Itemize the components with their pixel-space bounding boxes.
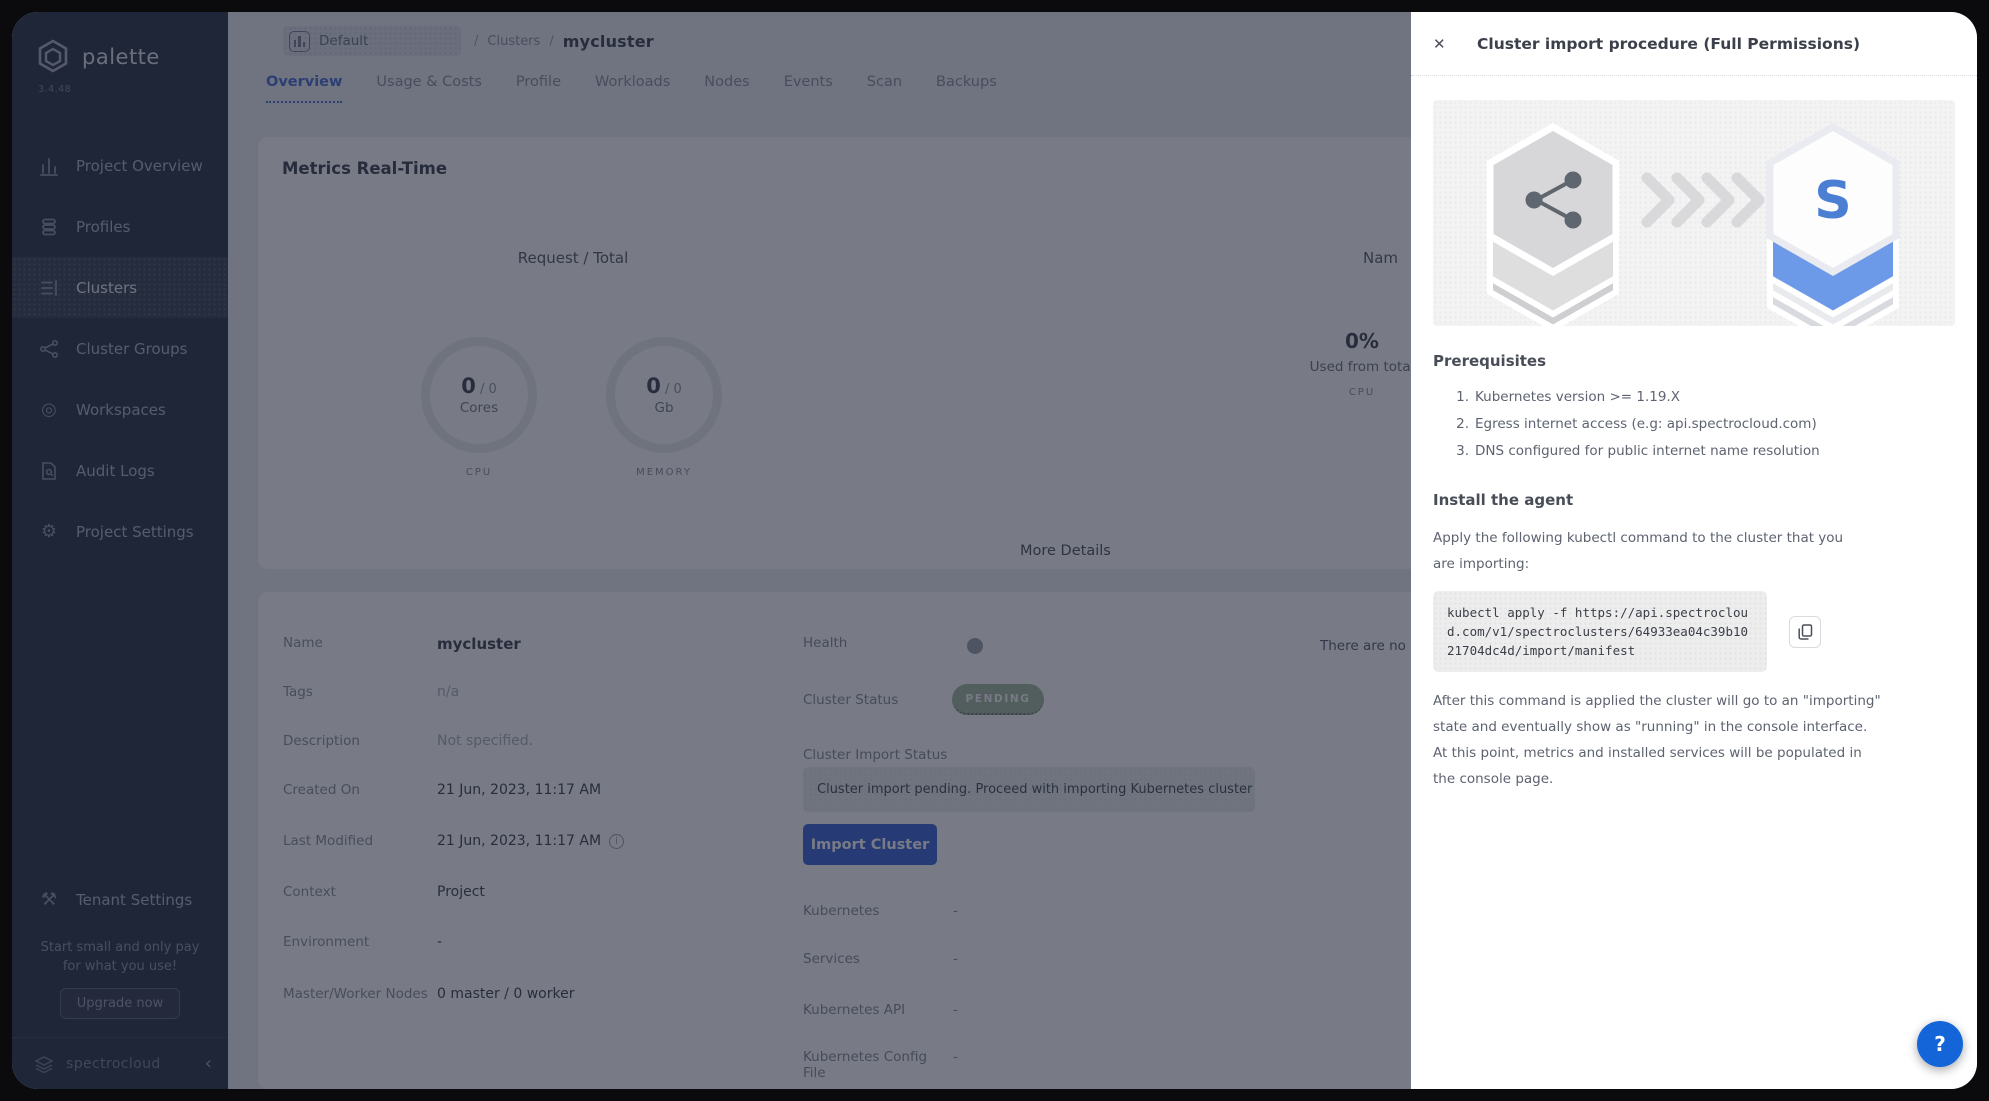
copy-icon — [1798, 624, 1813, 640]
kubectl-command-codeblock: kubectl apply -f https://api.spectroclou… — [1433, 591, 1767, 672]
prerequisite-item: 1. Kubernetes version >= 1.19.X — [1433, 384, 1955, 411]
panel-title: Cluster import procedure (Full Permissio… — [1477, 35, 1860, 53]
close-icon[interactable]: ✕ — [1433, 35, 1463, 53]
cluster-import-panel: ✕ Cluster import procedure (Full Permiss… — [1411, 12, 1977, 1089]
panel-body: S Prerequisites 1. Kubernetes version >=… — [1411, 100, 1977, 792]
copy-command-button[interactable] — [1789, 616, 1821, 648]
hexagon-illustration: S — [1433, 100, 1955, 326]
chevrons-right — [1647, 178, 1759, 222]
spectrocloud-s-logo: S — [1814, 171, 1851, 231]
apply-command-text: Apply the following kubectl command to t… — [1433, 525, 1845, 577]
app-window: Default / Clusters / mycluster Overview … — [12, 12, 1977, 1089]
prerequisite-item: 2. Egress internet access (e.g: api.spec… — [1433, 411, 1955, 438]
after-command-text: After this command is applied the cluste… — [1433, 688, 1885, 792]
import-illustration: S — [1433, 100, 1955, 326]
help-button[interactable]: ? — [1917, 1021, 1963, 1067]
command-row: kubectl apply -f https://api.spectroclou… — [1433, 591, 1955, 672]
prerequisites-list: 1. Kubernetes version >= 1.19.X 2. Egres… — [1433, 384, 1955, 465]
prerequisites-heading: Prerequisites — [1433, 352, 1955, 370]
panel-header: ✕ Cluster import procedure (Full Permiss… — [1411, 12, 1977, 76]
install-agent-heading: Install the agent — [1433, 491, 1955, 509]
prerequisite-item: 3. DNS configured for public internet na… — [1433, 438, 1955, 465]
